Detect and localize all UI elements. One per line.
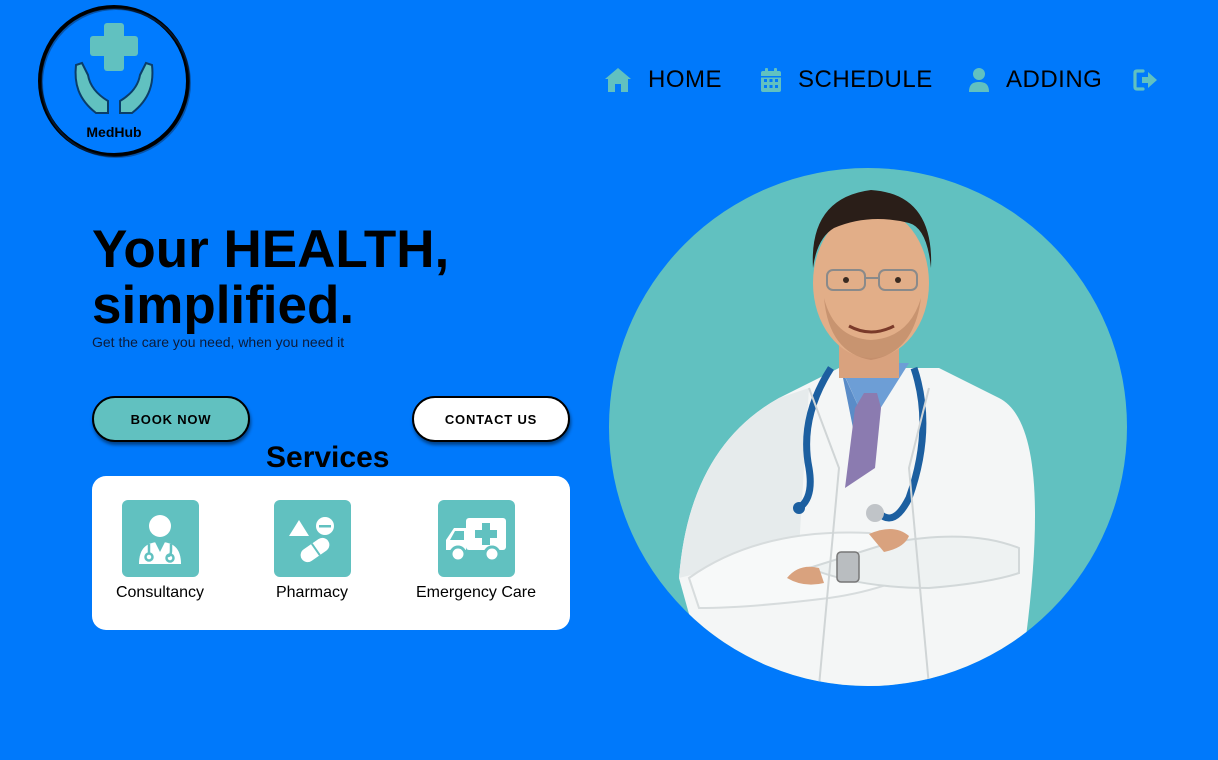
nav-adding-label: ADDING bbox=[1006, 66, 1103, 93]
page: MedHub HOME SCHEDULE ADDING Your HEALTH,… bbox=[0, 0, 1218, 760]
doctor-image bbox=[609, 168, 1127, 686]
book-now-button[interactable]: BOOK NOW bbox=[92, 396, 250, 442]
services-card: Consultancy Pharmacy Emergency Care bbox=[92, 476, 570, 630]
service-consultancy[interactable]: Consultancy bbox=[110, 500, 210, 602]
logo-text: MedHub bbox=[86, 124, 141, 140]
ambulance-icon bbox=[437, 500, 515, 577]
pills-icon bbox=[273, 500, 351, 577]
medhub-logo[interactable]: MedHub bbox=[36, 3, 192, 159]
nav-home-label: HOME bbox=[648, 66, 722, 93]
calendar-icon bbox=[761, 68, 781, 92]
hero-title-line2: simplified. bbox=[92, 276, 355, 335]
logo-graphic: MedHub bbox=[38, 5, 191, 158]
nav-home[interactable]: HOME bbox=[604, 66, 722, 94]
logout-button[interactable] bbox=[1133, 68, 1159, 92]
doctor-icon bbox=[121, 500, 199, 577]
service-pharmacy[interactable]: Pharmacy bbox=[262, 500, 362, 602]
nav-adding[interactable]: ADDING bbox=[968, 66, 1102, 94]
nav-schedule[interactable]: SCHEDULE bbox=[760, 66, 933, 94]
hero-title-line1: Your HEALTH, bbox=[92, 220, 450, 279]
service-label: Emergency Care bbox=[415, 584, 537, 601]
service-label: Pharmacy bbox=[275, 584, 349, 601]
logout-icon bbox=[1133, 69, 1157, 91]
contact-us-button[interactable]: CONTACT US bbox=[412, 396, 570, 442]
hero-title: Your HEALTH, simplified. bbox=[92, 222, 572, 334]
hero-subtitle: Get the care you need, when you need it bbox=[92, 334, 345, 350]
user-icon bbox=[969, 68, 989, 92]
nav-schedule-label: SCHEDULE bbox=[798, 66, 933, 93]
doctor-illustration bbox=[679, 190, 1035, 686]
home-icon bbox=[605, 68, 631, 92]
service-emergency-care[interactable]: Emergency Care bbox=[412, 500, 540, 602]
service-label: Consultancy bbox=[115, 584, 205, 601]
services-title: Services bbox=[266, 441, 390, 474]
